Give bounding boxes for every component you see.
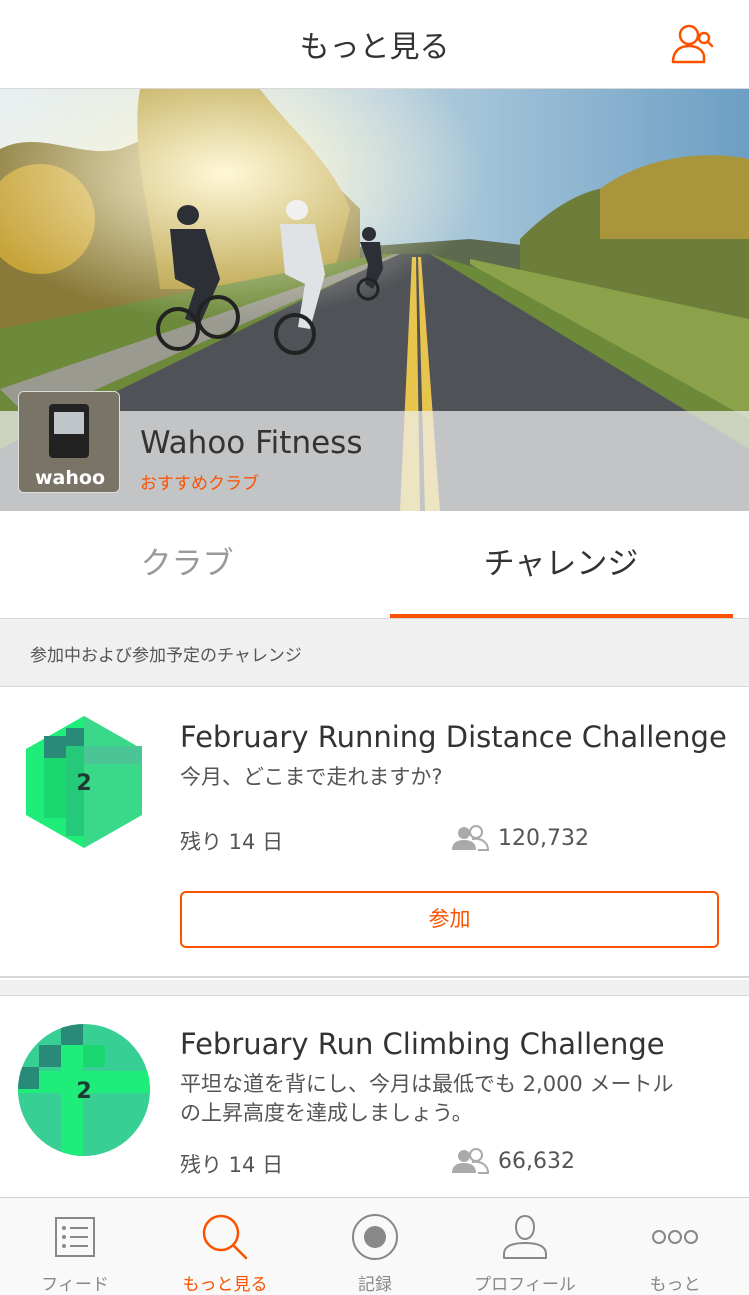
svg-text:2: 2 [76,771,91,796]
challenge-description-line1: 平坦な道を背にし、今月は最低でも 2,000 メートル [180,1072,674,1096]
participants-icon [452,825,490,851]
tabbar-label: フィード [41,1275,109,1295]
search-icon [202,1214,248,1260]
challenge-description-line2: の上昇高度を達成しましょう。 [180,1101,473,1125]
club-subtitle: おすすめクラブ [140,474,259,494]
tabbar-item-profile[interactable]: プロフィール [450,1198,600,1295]
find-friends-icon[interactable] [671,22,717,66]
join-button[interactable]: 参加 [180,891,719,948]
tabbar-item-explore[interactable]: もっと見る [150,1198,300,1295]
profile-icon [503,1214,547,1259]
challenge-title[interactable]: February Run Climbing Challenge [180,1027,665,1061]
tabbar-label: もっと見る [182,1275,268,1295]
participants-count: 120,732 [450,824,589,852]
participants-icon [452,1148,490,1174]
challenge-title[interactable]: February Running Distance Challenge [180,720,727,754]
featured-club-banner[interactable]: wahoo Wahoo Fitness おすすめクラブ [0,391,749,511]
section-title: 参加中および参加予定のチャレンジ [30,646,302,666]
active-tab-indicator [390,614,733,618]
tabbar-item-feed[interactable]: フィード [0,1198,150,1295]
record-icon [352,1214,398,1260]
challenge-description: 今月、どこまで走れますか? [180,765,443,789]
hexagon-badge-icon: 2 [24,714,144,854]
explore-tabs: クラブ チャレンジ [0,511,749,619]
tabbar-item-more[interactable]: もっと [600,1198,749,1295]
challenge-card[interactable]: 2 February Running Distance Challenge 今月… [0,688,749,978]
club-avatar: wahoo [18,391,120,493]
tabbar-label: もっと [649,1275,701,1295]
page-title: もっと見る [299,30,450,65]
featured-club-hero[interactable]: wahoo Wahoo Fitness おすすめクラブ [0,89,749,511]
wahoo-logo: wahoo [35,467,105,489]
days-left: 残り 14 日 [180,830,284,854]
card-separator [0,980,749,996]
club-name[interactable]: Wahoo Fitness [140,425,362,461]
section-header: 参加中および参加予定のチャレンジ [0,619,749,687]
challenge-card[interactable]: 2 February Run Climbing Challenge 平坦な道を背… [0,997,749,1197]
tabbar-label: プロフィール [474,1275,576,1295]
tabbar-label: 記録 [358,1275,392,1295]
top-nav-bar: もっと見る [0,0,749,89]
tab-challenges[interactable]: チャレンジ [374,511,748,619]
feed-list-icon [55,1217,95,1257]
tab-clubs[interactable]: クラブ [0,511,374,619]
days-left: 残り 14 日 [180,1153,284,1177]
more-dots-icon [652,1230,698,1244]
svg-text:2: 2 [76,1079,91,1104]
bottom-tab-bar: フィード もっと見る 記録 プロフィール もっと [0,1197,749,1295]
tabbar-item-record[interactable]: 記録 [300,1198,450,1295]
circle-badge-icon: 2 [17,1023,151,1161]
participants-count: 66,632 [450,1147,575,1175]
